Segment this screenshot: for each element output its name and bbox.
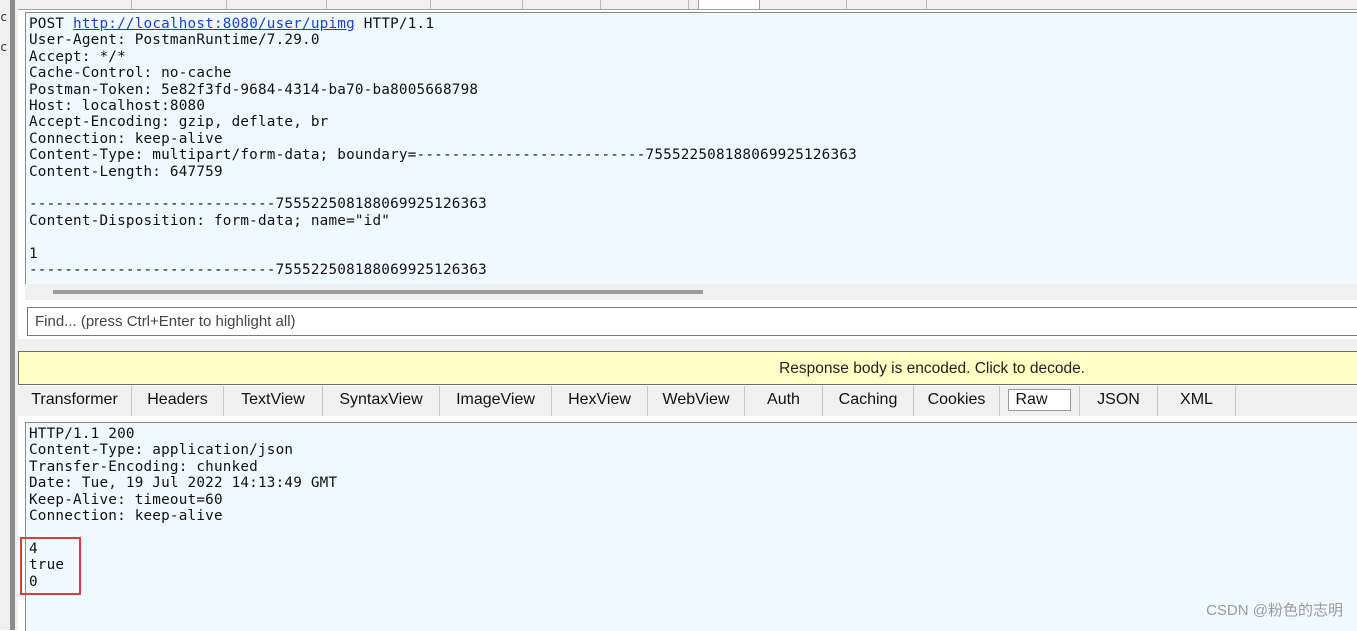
request-line: POST http://localhost:8080/user/upimg HT… (29, 16, 857, 32)
tab-transformer[interactable]: Transformer (18, 386, 132, 416)
tab-label: Cookies (927, 391, 986, 408)
tab-label: ImageView (456, 391, 535, 408)
tab-xml[interactable]: XML (1158, 386, 1236, 416)
body-line: ​ (29, 229, 857, 245)
tab-label: HexView (568, 391, 631, 408)
request-tab[interactable] (326, 0, 431, 9)
gutter-glyph: c (0, 10, 8, 24)
find-input[interactable]: Find... (press Ctrl+Enter to highlight a… (27, 307, 1357, 336)
highlight-box (20, 537, 81, 595)
response-line: Date: Tue, 19 Jul 2022 14:13:49 GMT (29, 475, 338, 492)
request-tab[interactable] (226, 0, 327, 9)
tab-label: Transformer (31, 391, 118, 408)
response-line: Content-Type: application/json (29, 442, 294, 459)
tab-label: JSON (1097, 391, 1140, 408)
splitter[interactable] (8, 0, 18, 630)
body-line: ​ (29, 180, 857, 196)
request-protocol: HTTP/1.1 (363, 16, 435, 32)
request-tab-selected[interactable] (698, 0, 760, 10)
header-line: User-Agent: PostmanRuntime/7.29.0 (29, 32, 320, 49)
panel-separator (18, 339, 1357, 351)
header-line: Host: localhost:8080 (29, 98, 206, 115)
decode-banner[interactable]: Response body is encoded. Click to decod… (18, 351, 1357, 385)
tab-label: SyntaxView (339, 391, 423, 408)
tab-label: Caching (838, 391, 898, 408)
request-tab[interactable] (522, 0, 601, 9)
scrollbar-thumb[interactable] (53, 290, 703, 294)
header-line: Connection: keep-alive (29, 130, 223, 147)
request-tab-strip (18, 0, 1357, 10)
tab-caching[interactable]: Caching (823, 386, 914, 416)
request-url-link[interactable]: http://localhost:8080/user/upimg (73, 16, 355, 32)
tab-raw[interactable]: Raw (1000, 386, 1080, 416)
header-line: Cache-Control: no-cache (29, 65, 232, 82)
tab-label: WebView (662, 391, 730, 408)
watermark: CSDN @粉色的志明 (1206, 602, 1343, 619)
request-tab[interactable] (131, 0, 227, 9)
tab-label: XML (1180, 391, 1213, 408)
request-tab[interactable] (430, 0, 523, 9)
tab-cookies[interactable]: Cookies (914, 386, 1000, 416)
tab-imageview[interactable]: ImageView (440, 386, 552, 416)
horizontal-scrollbar[interactable] (25, 284, 1357, 300)
body-line: ----------------------------755522508188… (29, 196, 487, 213)
tab-headers[interactable]: Headers (132, 386, 224, 416)
response-line: Connection: keep-alive (29, 508, 223, 525)
tab-hexview[interactable]: HexView (552, 386, 648, 416)
request-tab[interactable] (768, 0, 847, 9)
tab-label: TextView (241, 391, 305, 408)
body-line: 1 (29, 245, 38, 262)
splitter-bar (10, 0, 15, 630)
request-method: POST (29, 16, 65, 32)
request-tab[interactable] (18, 0, 132, 9)
tab-json[interactable]: JSON (1080, 386, 1158, 416)
header-line: Content-Length: 647759 (29, 163, 223, 180)
tab-syntaxview[interactable]: SyntaxView (323, 386, 440, 416)
body-line: Content-Disposition: form-data; name="id… (29, 212, 391, 229)
response-line: Keep-Alive: timeout=60 (29, 491, 223, 508)
request-text: POST http://localhost:8080/user/upimg HT… (29, 16, 857, 279)
tab-textview[interactable]: TextView (224, 386, 323, 416)
header-line: Content-Type: multipart/form-data; bound… (29, 147, 857, 164)
tab-webview[interactable]: WebView (648, 386, 745, 416)
header-line: Postman-Token: 5e82f3fd-9684-4314-ba70-b… (29, 81, 479, 98)
tab-label: Headers (147, 391, 208, 408)
request-raw-view[interactable]: POST http://localhost:8080/user/upimg HT… (25, 12, 1357, 286)
header-line: Accept-Encoding: gzip, deflate, br (29, 114, 329, 131)
tab-auth[interactable]: Auth (745, 386, 823, 416)
header-line: Accept: */* (29, 48, 126, 65)
body-line: ----------------------------755522508188… (29, 262, 487, 279)
response-line: HTTP/1.1 200 (29, 426, 135, 442)
response-line: Transfer-Encoding: chunked (29, 458, 258, 475)
tab-label: Auth (767, 391, 800, 408)
gutter-glyph: c (0, 40, 8, 54)
response-raw-view[interactable]: HTTP/1.1 200 Content-Type: application/js… (25, 422, 1357, 631)
request-tab[interactable] (846, 0, 927, 9)
response-tab-bar: Transformer Headers TextView SyntaxView … (18, 386, 1357, 416)
request-tab[interactable] (600, 0, 689, 9)
tab-label: Raw (1008, 389, 1071, 411)
